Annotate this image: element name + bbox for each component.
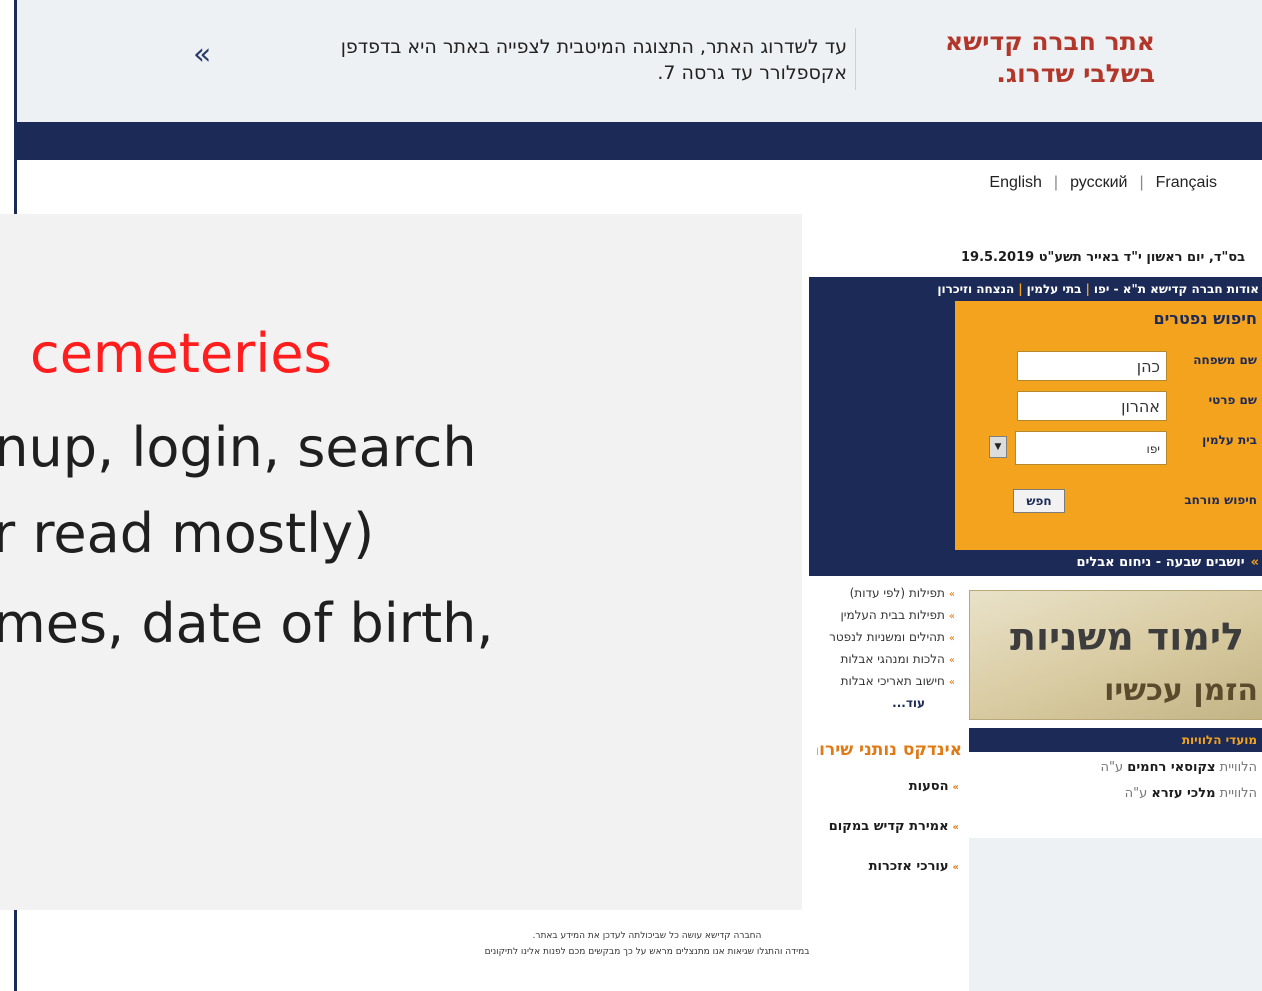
left-dark-panel (809, 301, 955, 550)
link-label: עורכי אזכרות (868, 859, 949, 874)
lang-russian-link[interactable]: русский (1070, 174, 1127, 192)
list-item[interactable]: »חישוב תאריכי אבלות (809, 670, 955, 692)
banner-divider (855, 28, 856, 90)
bullet-icon: » (952, 862, 959, 873)
main-navbar (17, 122, 1262, 160)
right-gray-panel (969, 838, 1262, 991)
slide-line-3: or read mostly) (0, 502, 375, 565)
link-label: חישוב תאריכי אבלות (840, 674, 945, 688)
service-index-title[interactable]: אינדקס נותני שירות (817, 740, 962, 760)
last-name-label: שם משפחה (1193, 353, 1257, 367)
banner-site-title: אתר חברה קדישא בשלבי שדרוג. (944, 27, 1155, 88)
slide-overlay: cemeteries gnup, login, search or read m… (0, 214, 802, 910)
funeral-prefix: הלוויית (1219, 786, 1257, 801)
list-item[interactable]: »הסעות (809, 775, 959, 815)
slide-line-1: cemeteries (30, 322, 332, 385)
link-label: אמירת קדיש במקום (828, 819, 949, 834)
slide-line-2: gnup, login, search (0, 416, 477, 479)
footer-line: החברה קדישא עושה כל שביכולתה לעדכן את המ… (532, 931, 762, 941)
bullet-icon: » (948, 611, 955, 622)
menu-item-about[interactable]: אודות חברה קדישא ת"א - יפו (1094, 282, 1259, 296)
funerals-title: מועדי הלוויות (969, 728, 1262, 752)
search-button[interactable]: חפש (1013, 489, 1065, 513)
advanced-search-link[interactable]: חיפוש מורחב (1184, 493, 1257, 507)
lang-english-link[interactable]: English (989, 174, 1041, 192)
footer-note: החברה קדישא עושה כל שביכולתה לעדכן את המ… (397, 928, 897, 960)
funeral-item[interactable]: הלוויית צקוסאי רחמים ע"ה (969, 760, 1257, 775)
bullet-icon: » (948, 633, 955, 644)
mishnayot-subtitle: הזמן עכשיו (1104, 673, 1258, 708)
bullet-icon: » (952, 782, 959, 793)
link-label: תפילות (לפי עדות) (849, 586, 945, 600)
info-links-list: »תפילות (לפי עדות) »תפילות בבית העלמין »… (809, 582, 955, 714)
menu-separator: | (1085, 282, 1090, 296)
more-link[interactable]: עוד... (809, 692, 955, 714)
cemetery-select[interactable]: יפו (1015, 431, 1167, 465)
deceased-search-box: חיפוש נפטרים שם משפחה כהן שם פרטי אהרון … (955, 301, 1262, 550)
first-name-label: שם פרטי (1208, 393, 1257, 407)
menu-item-commemoration[interactable]: הנצחה וזיכרון (937, 282, 1014, 296)
funeral-suffix: ע"ה (1124, 786, 1148, 801)
lang-separator: | (1053, 174, 1059, 191)
chevron-down-icon[interactable]: ▼ (989, 436, 1007, 458)
bullet-icon: » (948, 677, 955, 688)
slide-line-4: ames, date of birth, (0, 592, 494, 655)
link-label: הלכות ומנהגי אבלות (840, 652, 945, 666)
mishnayot-banner[interactable]: לימוד משניות הזמן עכשיו (969, 590, 1262, 720)
language-switcher: English | русский | Français (989, 168, 1217, 198)
list-item[interactable]: »הלכות ומנהגי אבלות (809, 648, 955, 670)
lang-french-link[interactable]: Français (1156, 174, 1217, 192)
link-label: הסעות (908, 779, 949, 794)
double-chevron-left-icon[interactable]: « (193, 38, 211, 72)
list-item[interactable]: »אמירת קדיש במקום (809, 815, 959, 855)
hebrew-date: בס"ד, יום ראשון י"ד באייר תשע"ט 19.5.201… (960, 250, 1245, 265)
bullet-icon: » (948, 655, 955, 666)
shiva-bar[interactable]: » יושבים שבעה - ניחום אבלים (809, 550, 1262, 576)
double-chevron-icon: » (1250, 555, 1259, 570)
funeral-item[interactable]: הלוויית מלכי עזרא ע"ה (969, 786, 1257, 801)
search-title: חיפוש נפטרים (1153, 309, 1257, 328)
menu-item-cemeteries[interactable]: בתי עלמין (1027, 282, 1082, 296)
first-name-input[interactable]: אהרון (1017, 391, 1167, 421)
upgrade-banner: אתר חברה קדישא בשלבי שדרוג. עד לשדרוג הא… (17, 0, 1262, 123)
link-label: תפילות בבית העלמין (840, 608, 945, 622)
lang-separator: | (1139, 174, 1144, 191)
menu-separator: | (1018, 282, 1023, 296)
funeral-name: מלכי עזרא (1151, 786, 1216, 801)
list-item[interactable]: »עורכי אזכרות (809, 855, 959, 895)
footer-line: במידה והתגלו שגיאות אנו מתנצלים מראש על … (484, 947, 810, 957)
top-menu: אודות חברה קדישא ת"א - יפו|בתי עלמין|הנצ… (809, 277, 1262, 301)
funeral-suffix: ע"ה (1100, 760, 1124, 775)
list-item[interactable]: »תפילות (לפי עדות) (809, 582, 955, 604)
link-label: תהילים ומשניות לנפטר (829, 630, 945, 644)
funeral-name: צקוסאי רחמים (1127, 760, 1216, 775)
last-name-input[interactable]: כהן (1017, 351, 1167, 381)
mishnayot-title: לימוד משניות (1009, 615, 1244, 659)
bullet-icon: » (948, 589, 955, 600)
service-links: »הסעות »אמירת קדיש במקום »עורכי אזכרות (809, 775, 959, 895)
cemetery-label: בית עלמין (1202, 433, 1257, 447)
bullet-icon: » (952, 822, 959, 833)
shiva-bar-label: יושבים שבעה - ניחום אבלים (1076, 555, 1245, 570)
list-item[interactable]: »תהילים ומשניות לנפטר (809, 626, 955, 648)
banner-message: עד לשדרוג האתר, התצוגה המיטבית לצפייה בא… (340, 36, 847, 84)
funeral-prefix: הלוויית (1219, 760, 1257, 775)
list-item[interactable]: »תפילות בבית העלמין (809, 604, 955, 626)
